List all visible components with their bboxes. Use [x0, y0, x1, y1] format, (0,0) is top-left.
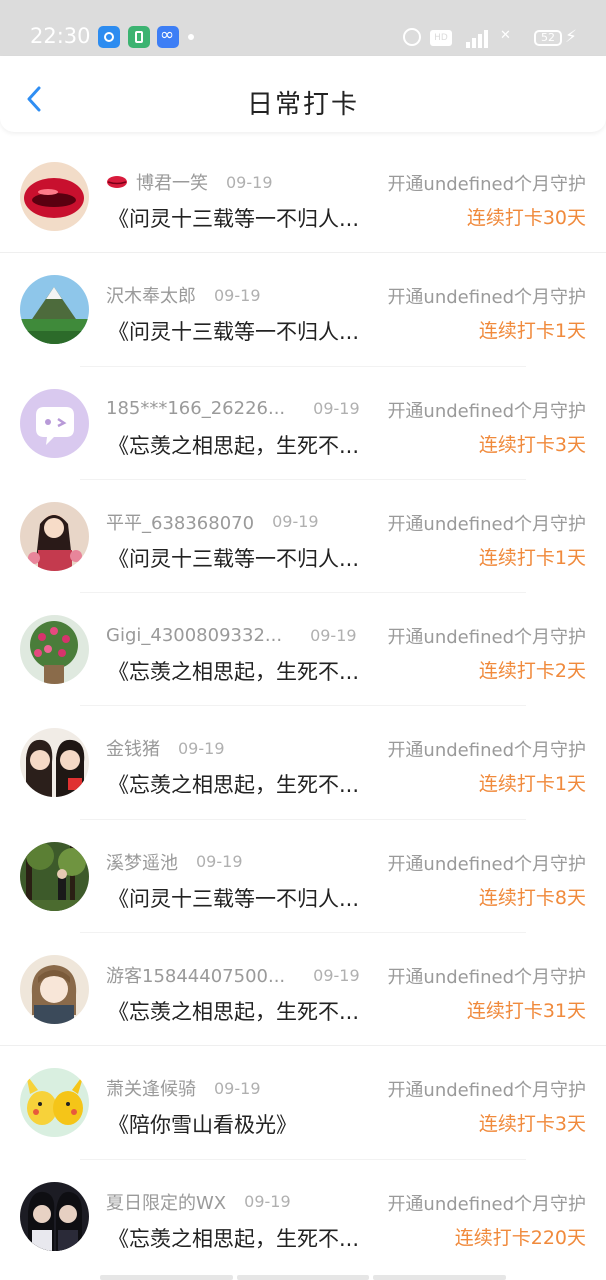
user-name[interactable]: 游客15844407500... — [106, 962, 285, 988]
user-name[interactable]: 夏日限定的WX — [106, 1189, 226, 1215]
song-title[interactable]: 《忘羡之相思起，生死不... — [108, 656, 359, 686]
signal-icon — [462, 28, 492, 48]
avatar[interactable] — [20, 728, 89, 798]
checkin-date: 09-19 — [244, 1192, 291, 1212]
list-item[interactable]: 185***166_26226... 09-19 开通undefined个月守护… — [0, 367, 606, 481]
no-signal-icon: ✕ — [500, 28, 511, 43]
checkin-streak: 连续打卡3天 — [478, 1113, 586, 1136]
checkin-date: 09-19 — [196, 852, 243, 872]
list-item[interactable]: 平平_638368070 09-19 开通undefined个月守护 《问灵十三… — [0, 480, 606, 594]
checkin-date: 09-19 — [313, 965, 360, 985]
guard-status: 开通undefined个月守护 — [387, 1193, 586, 1215]
more-notifications-dot — [188, 34, 194, 40]
checkin-date: 09-19 — [313, 399, 360, 419]
checkin-date: 09-19 — [272, 512, 319, 532]
list-item[interactable]: 萧关逢候骑 09-19 开通undefined个月守护 《陪你雪山看极光》 连续… — [0, 1046, 606, 1160]
song-title[interactable]: 《忘羡之相思起，生死不... — [108, 769, 359, 799]
user-name[interactable]: Gigi_4300809332... — [106, 625, 282, 646]
alarm-icon — [403, 28, 421, 46]
app-notification-icon — [128, 26, 150, 48]
song-title[interactable]: 《问灵十三载等一不归人... — [108, 543, 359, 573]
checkin-list: 博君一笑 09-19 开通undefined个月守护 《问灵十三载等一不归人..… — [0, 140, 606, 1273]
page-title: 日常打卡 — [246, 90, 359, 120]
checkin-date: 09-19 — [310, 625, 357, 645]
user-name[interactable]: 平平_638368070 — [106, 509, 254, 535]
checkin-streak: 连续打卡8天 — [478, 886, 586, 909]
checkin-streak: 连续打卡1天 — [478, 320, 586, 343]
song-title[interactable]: 《问灵十三载等一不归人... — [108, 203, 359, 233]
guard-status: 开通undefined个月守护 — [387, 400, 586, 422]
user-name[interactable]: 萧关逢候骑 — [106, 1075, 196, 1101]
avatar[interactable] — [20, 1181, 89, 1251]
checkin-streak: 连续打卡3天 — [478, 433, 586, 456]
app-notification-icon — [157, 25, 179, 48]
user-name[interactable]: 185***166_26226... — [106, 398, 285, 419]
user-name[interactable]: 溪梦遥池 — [106, 849, 178, 875]
avatar[interactable] — [20, 1068, 89, 1138]
song-title[interactable]: 《忘羡之相思起，生死不... — [108, 996, 359, 1026]
song-title[interactable]: 《问灵十三载等一不归人... — [108, 883, 359, 913]
guard-status: 开通undefined个月守护 — [387, 740, 586, 762]
guard-status: 开通undefined个月守护 — [387, 513, 586, 535]
checkin-streak: 连续打卡30天 — [466, 207, 586, 229]
list-item[interactable]: 游客15844407500... 09-19 开通undefined个月守护 《… — [0, 933, 606, 1047]
checkin-streak: 连续打卡31天 — [466, 1000, 586, 1023]
guard-status: 开通undefined个月守护 — [387, 287, 586, 309]
checkin-date: 09-19 — [214, 285, 261, 305]
user-name[interactable]: 金钱猪 — [106, 735, 160, 761]
song-title[interactable]: 《忘羡之相思起，生死不... — [108, 430, 359, 460]
avatar[interactable] — [20, 388, 89, 458]
checkin-date: 09-19 — [178, 738, 225, 758]
list-item[interactable]: 金钱猪 09-19 开通undefined个月守护 《忘羡之相思起，生死不...… — [0, 706, 606, 821]
song-title[interactable]: 《陪你雪山看极光》 — [108, 1109, 297, 1139]
guard-status: 开通undefined个月守护 — [387, 967, 586, 989]
user-name[interactable]: 博君一笑 — [136, 169, 208, 195]
guard-status: 开通undefined个月守护 — [387, 174, 586, 195]
battery-icon: 52 — [534, 30, 562, 46]
avatar[interactable] — [20, 162, 89, 231]
checkin-streak: 连续打卡2天 — [478, 660, 586, 683]
checkin-date: 09-19 — [226, 172, 273, 192]
hd-icon: HD — [430, 30, 452, 46]
status-time: 22:30 — [30, 24, 91, 48]
song-title[interactable]: 《忘羡之相思起，生死不... — [108, 1223, 359, 1253]
avatar[interactable] — [20, 501, 89, 571]
checkin-streak: 连续打卡1天 — [478, 773, 586, 796]
avatar[interactable] — [20, 275, 89, 345]
guard-status: 开通undefined个月守护 — [387, 853, 586, 875]
app-notification-icon — [98, 26, 120, 48]
list-item[interactable]: 博君一笑 09-19 开通undefined个月守护 《问灵十三载等一不归人..… — [0, 140, 606, 254]
guard-status: 开通undefined个月守护 — [387, 627, 586, 649]
charging-icon: ⚡ — [565, 27, 577, 47]
avatar[interactable] — [20, 955, 89, 1025]
list-item[interactable]: 沢木奉太郎 09-19 开通undefined个月守护 《问灵十三载等一不归人.… — [0, 253, 606, 367]
user-name[interactable]: 沢木奉太郎 — [106, 282, 196, 308]
avatar[interactable] — [20, 615, 89, 685]
checkin-streak: 连续打卡220天 — [454, 1226, 586, 1249]
guard-status: 开通undefined个月守护 — [387, 1080, 586, 1102]
song-title[interactable]: 《问灵十三载等一不归人... — [108, 316, 359, 346]
lips-icon — [107, 176, 127, 188]
checkin-date: 09-19 — [214, 1078, 261, 1098]
avatar[interactable] — [20, 841, 89, 911]
list-item[interactable]: Gigi_4300809332... 09-19 开通undefined个月守护… — [0, 593, 606, 707]
bottom-scroll-indicator — [100, 1275, 507, 1280]
status-bar: 22:30 HD ✕ 52 ⚡ — [0, 0, 606, 56]
list-item[interactable]: 溪梦遥池 09-19 开通undefined个月守护 《问灵十三载等一不归人..… — [0, 820, 606, 934]
page-header: 日常打卡 — [0, 56, 606, 132]
list-item[interactable]: 夏日限定的WX 09-19 开通undefined个月守护 《忘羡之相思起，生死… — [0, 1160, 606, 1273]
checkin-streak: 连续打卡1天 — [478, 546, 586, 569]
